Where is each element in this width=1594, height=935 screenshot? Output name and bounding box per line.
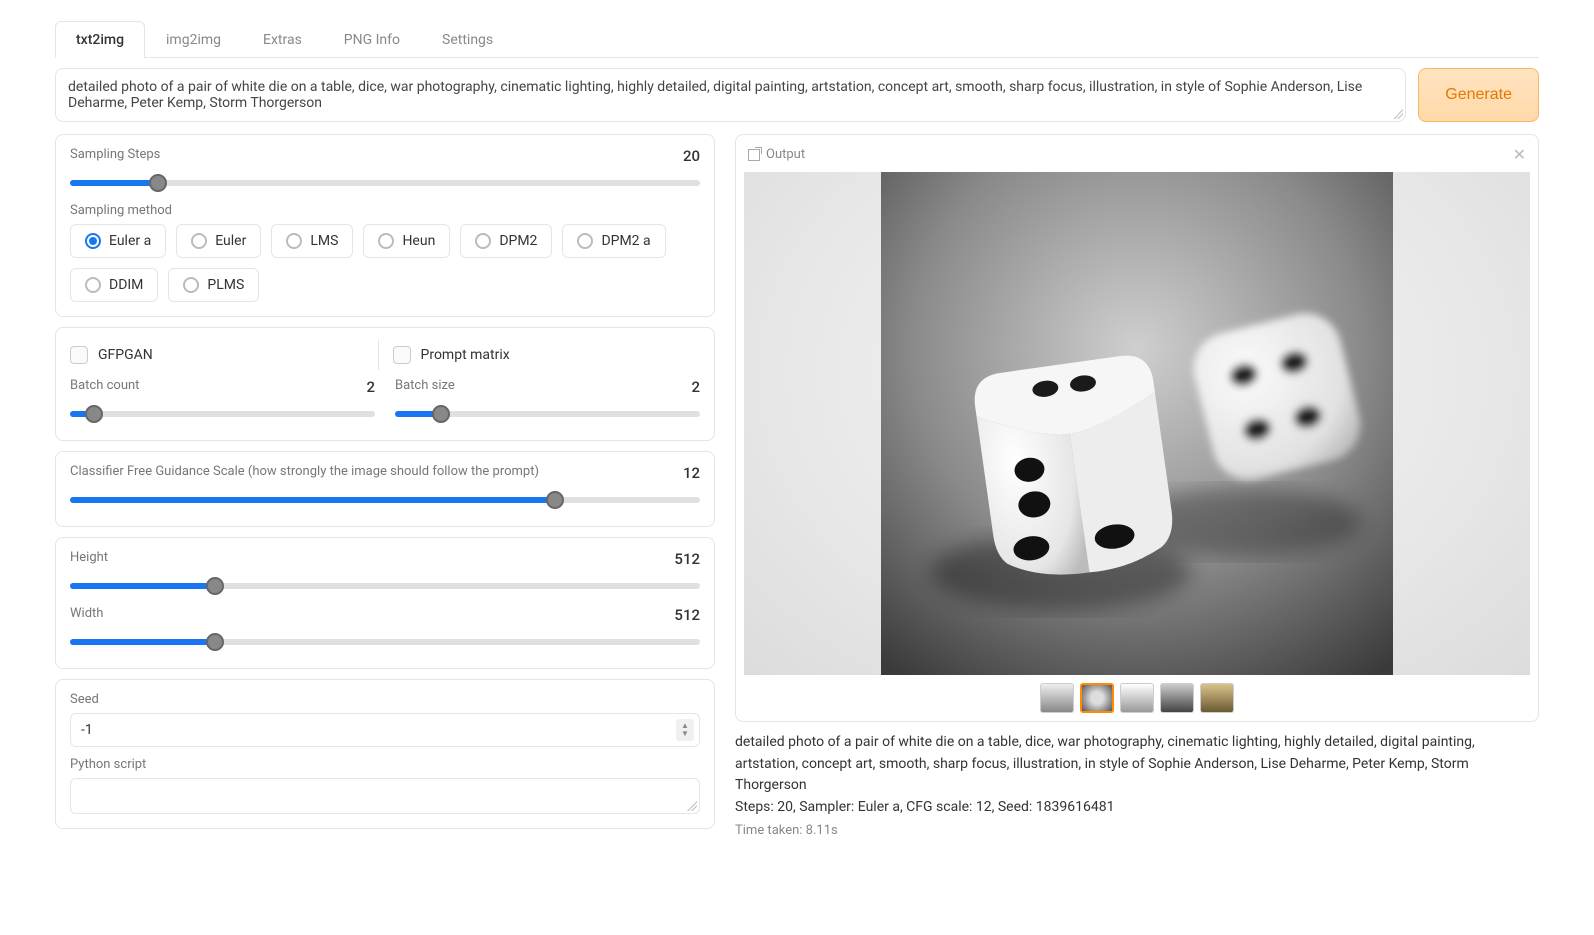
output-label: Output xyxy=(766,147,805,162)
gfpgan-checkbox[interactable]: GFPGAN xyxy=(70,340,378,370)
seed-script-group: Seed -1 ▲▼ Python script xyxy=(55,679,715,829)
cfg-slider[interactable] xyxy=(70,488,700,512)
thumbnail-4[interactable] xyxy=(1200,683,1234,713)
sampling-steps-value: 20 xyxy=(683,147,700,165)
sampling-steps-label: Sampling Steps xyxy=(70,147,160,165)
height-value: 512 xyxy=(674,550,700,568)
height-label: Height xyxy=(70,550,108,568)
batch-count-label: Batch count xyxy=(70,378,139,396)
thumbnail-2[interactable] xyxy=(1120,683,1154,713)
radio-ddim[interactable]: DDIM xyxy=(70,268,158,302)
cfg-value: 12 xyxy=(683,464,700,482)
radio-plms[interactable]: PLMS xyxy=(168,268,259,302)
radio-heun[interactable]: Heun xyxy=(363,224,450,258)
script-input[interactable] xyxy=(70,778,700,814)
seed-stepper[interactable]: ▲▼ xyxy=(676,719,694,741)
batch-size-value: 2 xyxy=(691,378,700,396)
batch-size-slider[interactable] xyxy=(395,402,700,426)
width-value: 512 xyxy=(674,606,700,624)
tab-pnginfo[interactable]: PNG Info xyxy=(323,21,421,58)
batch-count-slider[interactable] xyxy=(70,402,375,426)
cfg-group: Classifier Free Guidance Scale (how stro… xyxy=(55,451,715,527)
height-slider[interactable] xyxy=(70,574,700,598)
radio-euler[interactable]: Euler xyxy=(176,224,261,258)
sampling-group: Sampling Steps 20 Sampling method Euler … xyxy=(55,134,715,317)
tab-txt2img[interactable]: txt2img xyxy=(55,21,145,58)
tab-img2img[interactable]: img2img xyxy=(145,21,242,58)
radio-dpm2[interactable]: DPM2 xyxy=(460,224,552,258)
radio-euler-a[interactable]: Euler a xyxy=(70,224,166,258)
output-time: Time taken: 8.11s xyxy=(735,821,1539,841)
sampling-steps-slider[interactable] xyxy=(70,171,700,195)
close-icon[interactable]: ✕ xyxy=(1513,145,1526,164)
output-panel: Output ✕ xyxy=(735,134,1539,722)
output-thumbnails xyxy=(744,683,1530,713)
seed-label: Seed xyxy=(70,692,700,707)
thumbnail-3[interactable] xyxy=(1160,683,1194,713)
cfg-label: Classifier Free Guidance Scale (how stro… xyxy=(70,464,539,482)
radio-lms[interactable]: LMS xyxy=(271,224,353,258)
thumbnail-1[interactable] xyxy=(1080,683,1114,713)
prompt-input[interactable]: detailed photo of a pair of white die on… xyxy=(55,68,1406,122)
dimensions-group: Height 512 Width 512 xyxy=(55,537,715,669)
batch-count-value: 2 xyxy=(366,378,375,396)
tab-extras[interactable]: Extras xyxy=(242,21,323,58)
prompt-matrix-checkbox[interactable]: Prompt matrix xyxy=(378,340,701,370)
script-label: Python script xyxy=(70,757,700,772)
radio-dpm2a[interactable]: DPM2 a xyxy=(562,224,665,258)
width-label: Width xyxy=(70,606,103,624)
output-preview[interactable] xyxy=(744,172,1530,675)
tab-bar: txt2img img2img Extras PNG Info Settings xyxy=(55,20,1539,58)
seed-input[interactable]: -1 xyxy=(70,713,700,747)
generate-button[interactable]: Generate xyxy=(1418,68,1539,122)
expand-icon[interactable] xyxy=(748,149,760,161)
batch-size-label: Batch size xyxy=(395,378,455,396)
sampling-method-radios: Euler a Euler LMS Heun DPM2 DPM2 a DDIM … xyxy=(70,224,700,302)
width-slider[interactable] xyxy=(70,630,700,654)
sampling-method-label: Sampling method xyxy=(70,203,700,218)
output-prompt-echo: detailed photo of a pair of white die on… xyxy=(735,732,1539,797)
tab-settings[interactable]: Settings xyxy=(421,21,514,58)
output-meta: Steps: 20, Sampler: Euler a, CFG scale: … xyxy=(735,797,1539,819)
thumbnail-0[interactable] xyxy=(1040,683,1074,713)
options-group: GFPGAN Prompt matrix Batch count 2 xyxy=(55,327,715,441)
